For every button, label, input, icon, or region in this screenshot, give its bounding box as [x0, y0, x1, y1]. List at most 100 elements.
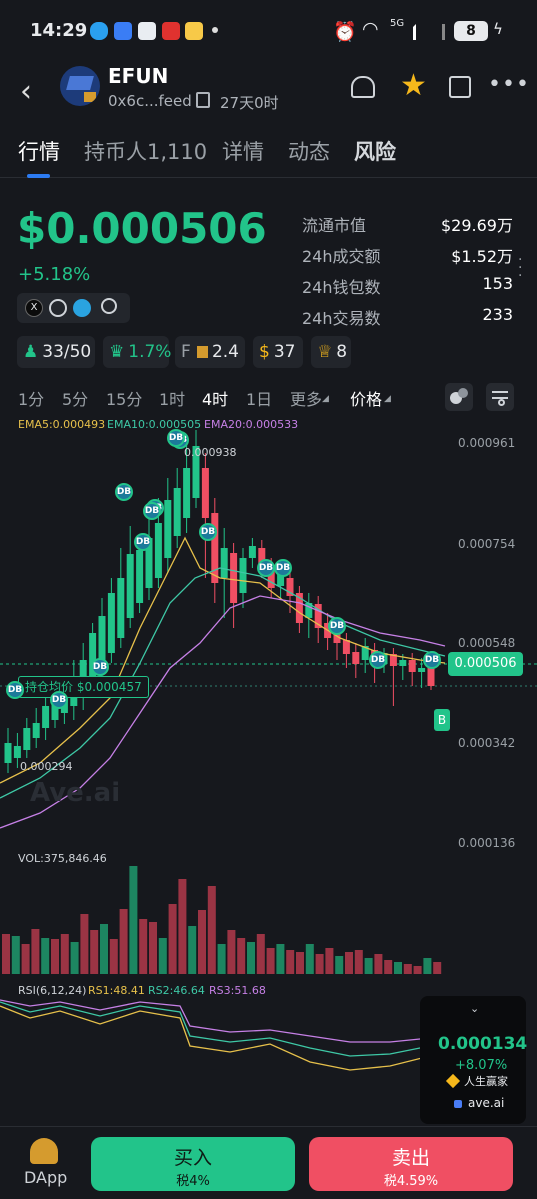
overlay-site: ave.ai [468, 1096, 505, 1110]
percent-value: 1.7% [128, 342, 172, 362]
bag-pill[interactable]: $ 37 [253, 336, 303, 368]
copy-icon[interactable] [196, 92, 210, 108]
stat-value-trades: 233 [482, 305, 513, 324]
sell-button[interactable]: 卖出 税4.59% [309, 1137, 513, 1191]
y-tick-4: 0.000342 [458, 736, 516, 750]
db-marker[interactable]: DB [6, 681, 24, 699]
volume-bar [247, 942, 255, 974]
volume-bar [149, 922, 157, 974]
volume-bar [296, 952, 304, 974]
tf-1m[interactable]: 1分 [18, 386, 44, 410]
stat-value-wallets: 153 [482, 274, 513, 293]
db-marker[interactable]: DB [50, 691, 68, 709]
volume-bar [374, 954, 383, 974]
candle-body [164, 500, 172, 558]
tab-risk[interactable]: 风险 [354, 136, 396, 166]
volume-bar [266, 948, 275, 974]
candle-body [173, 488, 181, 536]
volume-bar [237, 938, 246, 974]
candle-body [408, 660, 416, 672]
db-marker[interactable]: DB [134, 533, 152, 551]
collapse-icon[interactable]: ⌄ [470, 1002, 479, 1015]
candle-body [32, 723, 40, 738]
qq-icon [90, 22, 108, 40]
candle-body [418, 668, 426, 672]
volume-bar [21, 944, 30, 974]
tf-5m[interactable]: 5分 [62, 386, 88, 410]
token-address[interactable]: 0x6c...feed [108, 92, 192, 110]
more-icon[interactable]: ••• [488, 72, 530, 97]
search-icon[interactable] [101, 298, 117, 314]
bell-icon[interactable] [351, 76, 375, 98]
telegram-icon[interactable] [73, 299, 91, 317]
trophy-pill[interactable]: ♕ 8 [311, 336, 351, 368]
db-marker[interactable]: DB [199, 523, 217, 541]
current-price-tag: 0.000506 [448, 652, 523, 676]
tf-1d[interactable]: 1日 [246, 386, 272, 410]
volume-bar [90, 930, 99, 974]
back-icon[interactable]: ‹ [20, 74, 32, 109]
tf-15m[interactable]: 15分 [106, 386, 142, 410]
tf-1h[interactable]: 1时 [159, 386, 185, 410]
f-pill[interactable]: F 2.4 [175, 336, 245, 368]
candle-body [117, 578, 125, 638]
holders-count: 33/50 [42, 342, 92, 362]
db-marker[interactable]: DB [143, 502, 161, 520]
db-marker[interactable]: DB [423, 651, 441, 669]
candle-body [399, 660, 407, 666]
volume-bar [256, 934, 265, 974]
rsi-chart [0, 999, 430, 1071]
sell-tax: 税4.59% [383, 1174, 439, 1189]
rsi-rs3-line [0, 999, 430, 1043]
tab-market[interactable]: 行情 [18, 136, 60, 166]
overlay-change: +8.07% [455, 1058, 508, 1073]
indicator-button[interactable] [445, 383, 473, 411]
watermark: Ave.ai [30, 778, 121, 808]
volume-bar [227, 930, 236, 974]
more-vertical-icon[interactable]: · · · [518, 253, 522, 283]
db-marker[interactable]: DB [328, 617, 346, 635]
tf-4h[interactable]: 4时 [202, 386, 228, 410]
buy-marker[interactable]: B [434, 709, 450, 731]
tf-more[interactable]: 更多 [290, 386, 322, 410]
db-marker[interactable]: DB [167, 429, 185, 447]
db-marker[interactable]: DB [91, 658, 109, 676]
stat-label-volume: 24h成交额 [302, 247, 381, 266]
volume-bar [364, 958, 373, 974]
candle-body [230, 553, 238, 603]
db-marker[interactable]: DB [257, 559, 275, 577]
candle-body [42, 706, 50, 728]
db-marker[interactable]: DB [115, 483, 133, 501]
maps-icon [138, 22, 156, 40]
tf-price[interactable]: 价格 [350, 386, 382, 410]
low-label: 0.000294 [20, 760, 73, 773]
dapp-label[interactable]: DApp [24, 1168, 67, 1187]
overlay-token: 人生赢家 [464, 1075, 508, 1088]
settings-button[interactable] [486, 383, 514, 411]
volume-bar [158, 938, 167, 974]
stat-value-mcap: $29.69万 [441, 216, 513, 235]
price-overlay[interactable]: ⌄ 0.000134 +8.07% 人生赢家 ave.ai [420, 996, 527, 1124]
buy-button[interactable]: 买入 税4% [91, 1137, 295, 1191]
candle-body [352, 652, 360, 664]
cube-icon [196, 346, 208, 358]
globe-icon[interactable] [49, 299, 67, 317]
volume-label: VOL:375,846.46 [18, 852, 107, 865]
chef-icon: ♛ [109, 342, 125, 362]
share-icon[interactable] [449, 76, 471, 98]
tab-details[interactable]: 详情 [222, 136, 264, 166]
volume-bar [345, 952, 353, 974]
rsi-rs2-line [0, 1001, 430, 1057]
star-icon[interactable]: ★ [400, 68, 427, 103]
dapp-icon[interactable] [30, 1138, 58, 1164]
ave-icon [454, 1100, 462, 1108]
db-marker[interactable]: DB [369, 651, 387, 669]
holders-pill[interactable]: ♟ 33/50 [17, 336, 95, 368]
db-marker[interactable]: DB [274, 559, 292, 577]
x-icon[interactable]: X [25, 299, 43, 317]
percent-pill[interactable]: ♛ 1.7% [103, 336, 172, 368]
tab-holders[interactable]: 持币人1,110 [84, 136, 207, 166]
tab-activity[interactable]: 动态 [288, 136, 330, 166]
volume-bar [384, 960, 393, 974]
meituan-icon [185, 22, 203, 40]
